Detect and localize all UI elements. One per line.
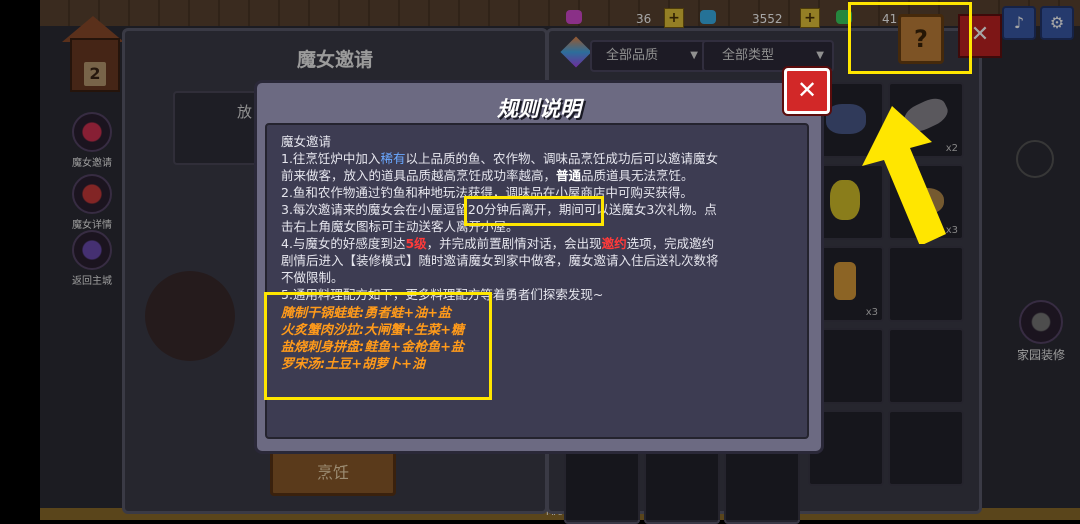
annotation-box-recipes [264, 292, 492, 400]
invite-highlight: 邀约 [601, 236, 627, 251]
annotation-box-help [848, 2, 972, 74]
rule-4-line-2: 剧情后进入【装修模式】随时邀请魔女到家中做客，魔女邀请入住后送礼次数将 [281, 253, 719, 268]
dialog-title: 规则说明 [497, 97, 581, 121]
rule-4-line-1: 4.与魔女的好感度到达5级，并完成前置剧情对话，会出现邀约选项，完成邀约 [281, 236, 715, 251]
dialog-close-button[interactable]: ✕ [784, 68, 830, 114]
rule-4-line-3: 不做限制。 [281, 270, 344, 285]
normal-highlight: 普通 [556, 168, 582, 183]
rules-heading: 魔女邀请 [281, 134, 332, 149]
rule-1-line-2: 前来做客，放入的道具品质越高烹饪成功率越高，普通品质道具无法烹饪。 [281, 168, 694, 183]
rare-highlight: 稀有 [380, 151, 406, 166]
arrow-up-icon [862, 106, 946, 244]
rule-1-line-1: 1.往烹饪炉中加入稀有以上品质的鱼、农作物、调味品烹饪成功后可以邀请魔女 [281, 151, 718, 166]
annotation-box-duration [464, 196, 604, 226]
level-highlight: 5级 [405, 236, 427, 251]
